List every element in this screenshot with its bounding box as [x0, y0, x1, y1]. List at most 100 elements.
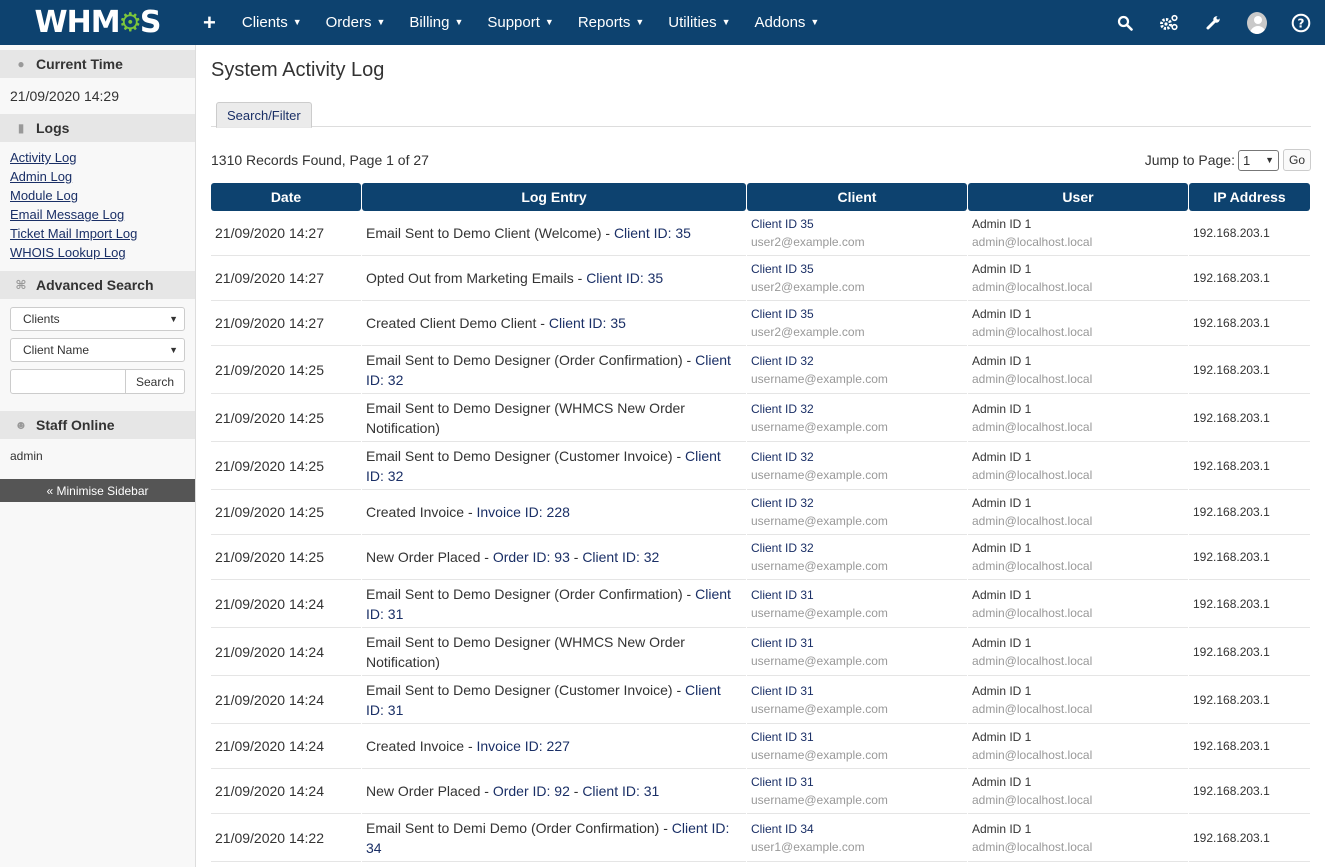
- entry-link[interactable]: Client ID: 31: [582, 783, 659, 799]
- wrench-icon[interactable]: [1203, 13, 1223, 33]
- entry-text: Email Sent to Demo Designer (WHMCS New O…: [366, 399, 685, 436]
- menu-billing[interactable]: Billing ▼: [397, 14, 475, 31]
- cell-user: Admin ID 1 admin@localhost.local: [968, 394, 1188, 442]
- user-id: Admin ID 1: [972, 496, 1032, 510]
- caret-down-icon: ▼: [810, 17, 820, 27]
- client-id-link[interactable]: Client ID 31: [751, 728, 963, 746]
- table-row: 21/09/2020 14:24 Email Sent to Demo Desig…: [211, 628, 1310, 676]
- sidebar-link-module-log[interactable]: Module Log: [10, 186, 185, 205]
- entry-link[interactable]: Invoice ID: 228: [477, 504, 570, 520]
- search-button[interactable]: Search: [126, 369, 185, 394]
- user-avatar[interactable]: [1247, 11, 1267, 34]
- menu-utilities[interactable]: Utilities ▼: [656, 14, 742, 31]
- cell-client: Client ID 35 user2@example.com: [747, 301, 967, 346]
- entry-text: Email Sent to Demo Client (Welcome) -: [366, 225, 614, 241]
- entry-link[interactable]: Order ID: 92: [493, 783, 570, 799]
- user-id: Admin ID 1: [972, 541, 1032, 555]
- entry-text: Created Invoice -: [366, 504, 477, 520]
- menu-orders[interactable]: Orders ▼: [314, 14, 398, 31]
- cell-log-entry: Created Invoice - Invoice ID: 228: [362, 490, 746, 535]
- jump-label: Jump to Page:: [1144, 152, 1235, 168]
- cell-ip-address: 192.168.203.1: [1189, 394, 1310, 442]
- user-email: admin@localhost.local: [972, 514, 1093, 528]
- whmcs-logo[interactable]: WHM ⚙ S: [0, 0, 195, 45]
- sidebar-link-email-message-log[interactable]: Email Message Log: [10, 205, 185, 224]
- page-select[interactable]: 1 ▼: [1237, 149, 1279, 171]
- column-log-entry[interactable]: Log Entry: [362, 183, 746, 211]
- search-icon[interactable]: [1115, 13, 1135, 33]
- entry-text: Created Client Demo Client -: [366, 315, 549, 331]
- entry-text: New Order Placed -: [366, 783, 493, 799]
- plus-icon[interactable]: +: [195, 10, 230, 36]
- menu-reports[interactable]: Reports ▼: [566, 14, 656, 31]
- minimise-sidebar-button[interactable]: « Minimise Sidebar: [0, 479, 195, 502]
- cell-ip-address: 192.168.203.1: [1189, 346, 1310, 394]
- entry-text: Email Sent to Demi Demo (Order Confirmat…: [366, 819, 672, 836]
- entry-text: Email Sent to Demo Designer (Customer In…: [366, 447, 685, 464]
- entry-link[interactable]: Client ID: 32: [582, 549, 659, 565]
- go-button[interactable]: Go: [1282, 149, 1311, 171]
- cell-user: Admin ID 1 admin@localhost.local: [968, 814, 1188, 862]
- sidebar-link-admin-log[interactable]: Admin Log: [10, 167, 185, 186]
- search-type-select[interactable]: Clients ▼: [10, 307, 185, 331]
- sidebar-link-whois-lookup-log[interactable]: WHOIS Lookup Log: [10, 243, 185, 262]
- cell-client: Client ID 32 username@example.com: [747, 490, 967, 535]
- client-id-link[interactable]: Client ID 31: [751, 682, 963, 700]
- advanced-search-header: ⌘ Advanced Search: [0, 271, 195, 299]
- entry-link[interactable]: Client ID: 35: [586, 270, 663, 286]
- client-id-link[interactable]: Client ID 35: [751, 305, 963, 323]
- entry-link[interactable]: Invoice ID: 227: [477, 738, 570, 754]
- cell-log-entry: Created Invoice - Invoice ID: 227: [362, 724, 746, 769]
- menu-support[interactable]: Support ▼: [475, 14, 565, 31]
- menu-label: Billing: [409, 14, 450, 31]
- page-title: System Activity Log: [211, 59, 385, 81]
- client-id-link[interactable]: Client ID 35: [751, 260, 963, 278]
- cell-date: 21/09/2020 14:24: [211, 628, 361, 676]
- sidebar-link-ticket-mail-import-log[interactable]: Ticket Mail Import Log: [10, 224, 185, 243]
- client-id-link[interactable]: Client ID 34: [751, 820, 963, 838]
- client-id-link[interactable]: Client ID 35: [751, 215, 963, 233]
- cell-ip-address: 192.168.203.1: [1189, 301, 1310, 346]
- client-id-link[interactable]: Client ID 31: [751, 773, 963, 791]
- entry-text: Email Sent to Demo Designer (Order Confi…: [366, 585, 696, 602]
- cell-ip-address: 192.168.203.1: [1189, 535, 1310, 580]
- client-id-link[interactable]: Client ID 31: [751, 586, 963, 604]
- column-date[interactable]: Date: [211, 183, 361, 211]
- client-id-link[interactable]: Client ID 32: [751, 400, 963, 418]
- user-id: Admin ID 1: [972, 730, 1032, 744]
- logo-text-prefix: WHM: [34, 5, 121, 40]
- entry-link[interactable]: Client ID: 35: [614, 225, 691, 241]
- user-email: admin@localhost.local: [972, 748, 1093, 762]
- column-client[interactable]: Client: [747, 183, 967, 211]
- search-field-select[interactable]: Client Name ▼: [10, 338, 185, 362]
- column-user[interactable]: User: [968, 183, 1188, 211]
- client-id-link[interactable]: Client ID 32: [751, 494, 963, 512]
- user-id: Admin ID 1: [972, 449, 1032, 464]
- cell-log-entry: Email Sent to Demo Designer (Order Confi…: [362, 580, 746, 628]
- column-ip-address[interactable]: IP Address: [1189, 183, 1310, 211]
- client-id-link[interactable]: Client ID 32: [751, 448, 963, 466]
- client-email: username@example.com: [751, 793, 888, 807]
- entry-link[interactable]: Client ID: 35: [549, 315, 626, 331]
- gears-icon[interactable]: [1159, 13, 1179, 33]
- client-id-link[interactable]: Client ID 32: [751, 352, 963, 370]
- client-email: username@example.com: [751, 419, 888, 434]
- search-input[interactable]: [10, 369, 126, 394]
- separator: -: [569, 783, 583, 799]
- menu-clients[interactable]: Clients ▼: [230, 14, 314, 31]
- table-header-row: Date Log Entry Client User IP Address: [211, 183, 1310, 211]
- entry-link[interactable]: Order ID: 93: [493, 549, 570, 565]
- tab-search-filter[interactable]: Search/Filter: [216, 102, 312, 128]
- sidebar-link-activity-log[interactable]: Activity Log: [10, 148, 185, 167]
- user-email: admin@localhost.local: [972, 605, 1093, 620]
- entry-text: New Order Placed -: [366, 549, 493, 565]
- client-id-link[interactable]: Client ID 31: [751, 634, 963, 652]
- client-id-link[interactable]: Client ID 32: [751, 539, 963, 557]
- user-id: Admin ID 1: [972, 587, 1032, 602]
- menu-addons[interactable]: Addons ▼: [743, 14, 832, 31]
- cell-date: 21/09/2020 14:25: [211, 490, 361, 535]
- cell-ip-address: 192.168.203.1: [1189, 211, 1310, 256]
- caret-down-icon: ▼: [635, 17, 645, 27]
- cell-user: Admin ID 1 admin@localhost.local: [968, 211, 1188, 256]
- help-icon[interactable]: ?: [1291, 13, 1311, 33]
